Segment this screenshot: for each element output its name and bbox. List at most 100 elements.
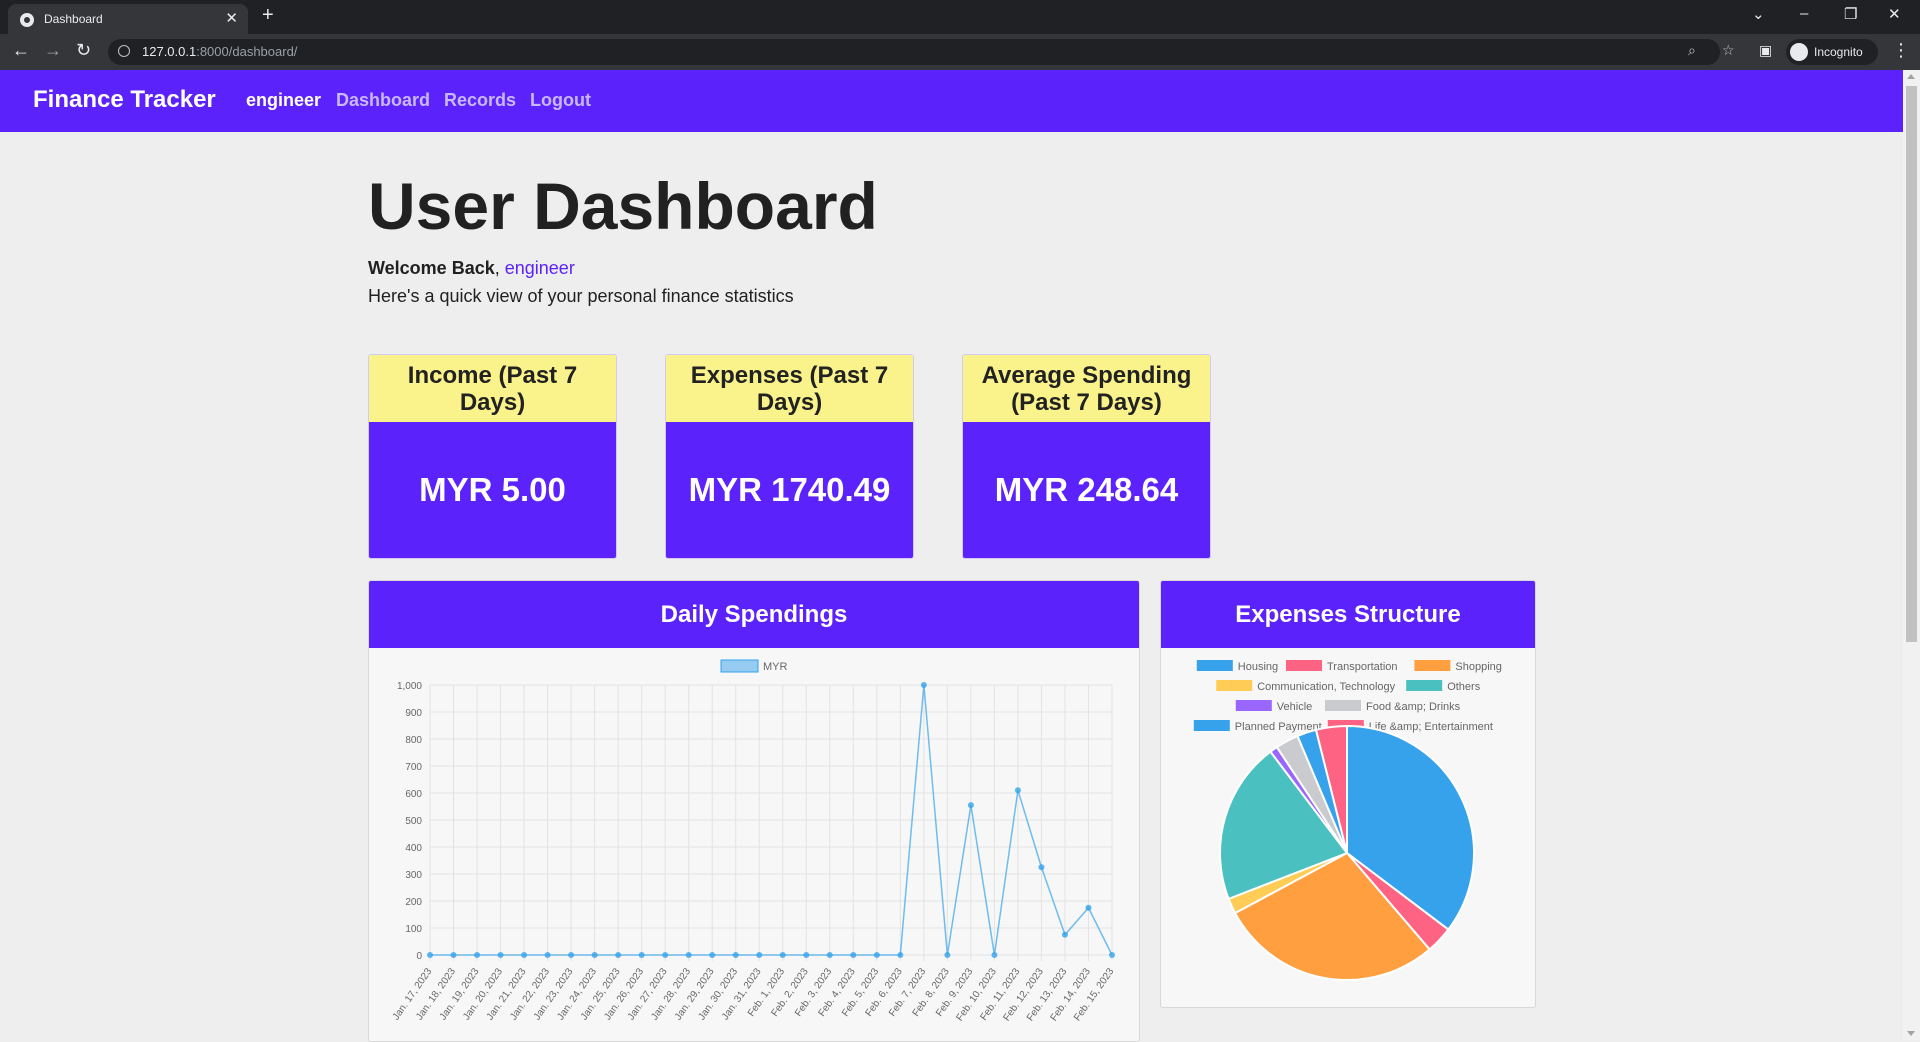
data-point [1014,787,1021,794]
tab-title: Dashboard [44,12,103,26]
y-tick-label: 1,000 [397,681,422,692]
url-text: 127.0.0.1:8000/dashboard/ [142,44,298,59]
forward-icon[interactable]: → [44,40,62,61]
legend-item: Transportation [1286,660,1398,673]
expenses-card: Expenses (Past 7 Days) MYR 1740.49 [665,354,914,559]
data-point [615,952,622,958]
data-point [944,952,951,958]
data-point [1038,864,1045,871]
data-point [967,802,974,809]
nav-username[interactable]: engineer [246,90,321,111]
nav-link-logout[interactable]: Logout [530,90,591,111]
data-point [1061,931,1068,938]
legend-swatch [1286,660,1322,671]
legend-label: Communication, Technology [1257,681,1395,693]
income-card-label: Income (Past 7 Days) [369,355,616,422]
legend-label: Shopping [1455,661,1502,673]
data-point [732,952,739,958]
data-point [709,952,716,958]
legend-item: Planned Payment [1193,720,1322,733]
data-point [1085,904,1092,911]
daily-spendings-title: Daily Spendings [369,581,1139,648]
close-window-icon[interactable]: ✕ [1888,5,1901,23]
brand-logo[interactable]: Finance Tracker [33,86,216,114]
site-info-icon[interactable] [118,45,130,57]
data-point [826,952,833,958]
data-point [803,952,810,958]
expenses-structure-chart: Housing Transportation Shopping Communicati… [1193,660,1502,981]
y-tick-label: 900 [405,708,422,719]
legend-swatch [1414,660,1451,671]
reload-icon[interactable]: ↻ [76,40,91,61]
y-tick-label: 100 [405,924,422,935]
expenses-card-value: MYR 1740.49 [666,422,913,558]
nav-link-dashboard[interactable]: Dashboard [336,90,430,111]
daily-spendings-chart: MYR01002003004005006007008009001,000Jan.… [391,659,1117,1023]
y-tick-label: 0 [416,951,422,962]
daily-spendings-panel: Daily Spendings MYR 0 100 200 300 400 500 600 70… [368,580,1140,1042]
scroll-up-arrow-icon[interactable] [1907,74,1915,79]
legend-item: Shopping [1414,660,1502,673]
data-point [1109,952,1115,958]
legend-item: Housing [1196,660,1278,673]
income-card: Income (Past 7 Days) MYR 5.00 [368,354,617,559]
data-point [544,952,551,958]
new-tab-icon[interactable]: + [262,4,274,27]
legend-swatch [1235,700,1272,711]
nav-link-records[interactable]: Records [444,90,516,111]
average-spending-card-value: MYR 248.64 [963,422,1210,558]
address-bar[interactable]: 127.0.0.1:8000/dashboard/ ⌕ ☆ [108,39,1735,65]
browser-menu-icon[interactable]: ⋮ [1892,40,1910,61]
data-point [521,952,528,958]
legend-label: Others [1447,681,1481,693]
y-tick-label: 500 [405,816,422,827]
data-point [638,952,645,958]
scrollbar-thumb[interactable] [1906,86,1917,642]
legend-item-myr: MYR [720,659,788,673]
expenses-structure-title: Expenses Structure [1161,581,1535,648]
legend-swatch-myr [720,659,759,673]
average-spending-card: Average Spending (Past 7 Days) MYR 248.6… [962,354,1211,559]
close-tab-icon[interactable]: ✕ [225,9,238,27]
legend-label: Life &amp; Entertainment [1369,721,1493,733]
legend-label: Transportation [1327,661,1398,673]
bookmark-star-icon[interactable]: ☆ [1722,42,1735,59]
welcome-message: Welcome Back, engineer [368,258,575,278]
browser-toolbar: ← → ↻ 127.0.0.1:8000/dashboard/ ⌕ ☆ ▣ In… [0,34,1920,70]
scroll-down-arrow-icon[interactable] [1907,1031,1915,1036]
legend-label-myr: MYR [763,661,788,673]
page-subtitle: Here's a quick view of your personal fin… [368,286,794,306]
data-point [779,952,786,958]
legend-label: Vehicle [1277,701,1312,713]
zoom-icon[interactable]: ⌕ [1688,42,1696,59]
legend-item: Food &amp; Drinks [1325,700,1461,713]
data-point [568,952,575,958]
browser-tab[interactable]: Dashboard ✕ [8,4,248,34]
globe-icon [20,13,34,27]
data-point [474,952,481,958]
data-point [450,952,457,958]
page-title: User Dashboard [368,169,878,243]
legend-swatch [1216,680,1253,691]
incognito-profile[interactable]: Incognito [1786,39,1878,65]
data-point [991,952,998,958]
back-icon[interactable]: ← [12,40,30,61]
side-panel-icon[interactable]: ▣ [1759,42,1772,59]
data-point [685,952,692,958]
data-point [591,952,598,958]
welcome-username[interactable]: engineer [505,258,575,278]
page-scrollbar[interactable] [1903,70,1920,1040]
data-point [873,952,880,958]
top-navbar: Finance Tracker engineer Dashboard Recor… [0,70,1903,132]
data-point [497,952,504,958]
browser-tab-strip: Dashboard ✕ + ⌄ – ❐ ✕ [0,0,1920,34]
tab-search-icon[interactable]: ⌄ [1752,5,1765,23]
restore-icon[interactable]: ❐ [1844,5,1857,23]
minimize-icon[interactable]: – [1800,5,1808,22]
y-tick-label: 400 [405,843,422,854]
legend-item: Communication, Technology [1216,680,1396,693]
legend-swatch [1325,700,1361,711]
data-point [427,952,433,958]
y-tick-label: 700 [405,762,422,773]
y-tick-label: 300 [405,870,422,881]
